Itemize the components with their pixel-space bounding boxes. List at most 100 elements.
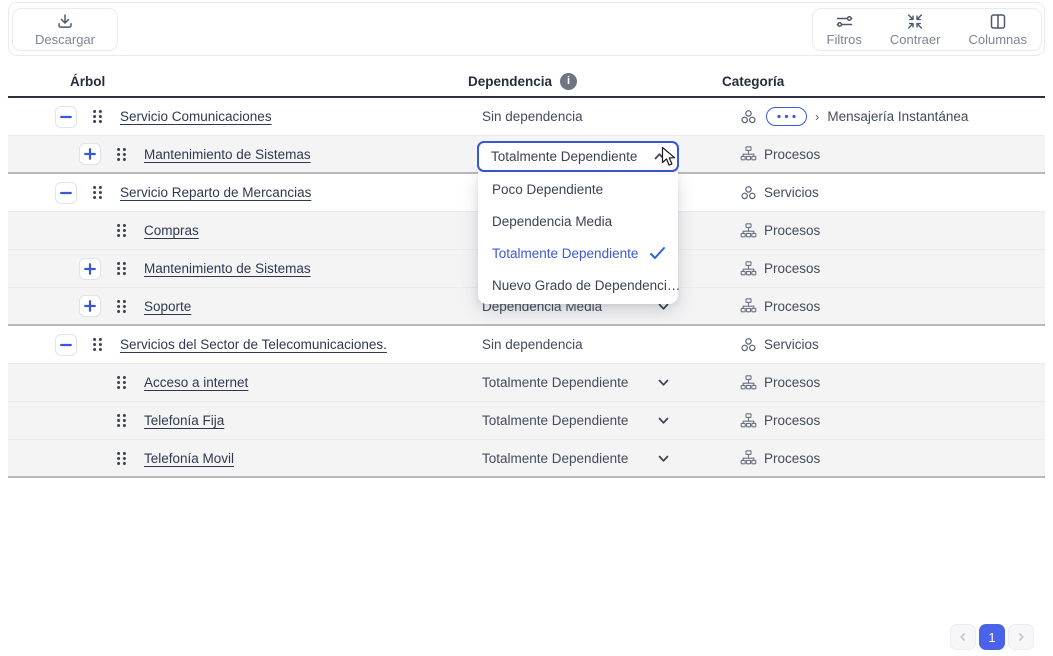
column-header-categoria: Categoría — [704, 74, 1045, 89]
drag-handle-icon[interactable] — [116, 375, 127, 390]
dependency-value: Sin dependencia — [482, 109, 583, 124]
columns-button-label: Columnas — [968, 33, 1027, 46]
table-row: Acceso a internet Totalmente Dependiente… — [8, 364, 1045, 402]
category-label: Procesos — [764, 299, 820, 314]
tree-item-link[interactable]: Telefonía Movil — [144, 451, 234, 466]
dropdown-option-label: Totalmente Dependiente — [492, 246, 638, 261]
drag-handle-icon[interactable] — [116, 299, 127, 314]
processes-category-icon — [740, 413, 757, 429]
tree-item-link[interactable]: Mantenimiento de Sistemas — [144, 147, 311, 162]
dependency-value: Totalmente Dependiente — [482, 451, 628, 466]
filters-button-label: Filtros — [827, 33, 862, 46]
tree-item-link[interactable]: Telefonía Fija — [144, 413, 224, 428]
collapse-row-button[interactable] — [55, 106, 77, 128]
drag-handle-icon[interactable] — [116, 147, 127, 162]
dependency-select[interactable]: Totalmente Dependiente — [468, 375, 671, 390]
collapse-button[interactable]: Contraer — [876, 9, 955, 50]
services-category-icon — [740, 109, 757, 125]
services-category-icon — [740, 185, 757, 201]
expand-row-button[interactable] — [79, 295, 101, 317]
tree-item-link[interactable]: Compras — [144, 223, 199, 238]
collapse-button-label: Contraer — [890, 33, 941, 46]
check-icon — [649, 246, 666, 260]
dropdown-option[interactable]: Dependencia Media — [478, 205, 678, 237]
chevron-down-icon — [656, 451, 671, 466]
tree-item-link[interactable]: Servicios del Sector de Telecomunicacion… — [120, 337, 387, 352]
category-label: Procesos — [764, 451, 820, 466]
drag-handle-icon[interactable] — [116, 413, 127, 428]
collapse-row-button[interactable] — [55, 334, 77, 356]
dropdown-option-label: Poco Dependiente — [492, 182, 603, 197]
download-icon — [56, 13, 74, 30]
chevron-left-icon — [957, 631, 969, 643]
category-label: Procesos — [764, 375, 820, 390]
download-button-label: Descargar — [35, 33, 95, 46]
dependency-value: Sin dependencia — [482, 337, 583, 352]
tree-item-link[interactable]: Servicio Comunicaciones — [120, 109, 272, 124]
tree-item-link[interactable]: Acceso a internet — [144, 375, 248, 390]
category-label: Servicios — [764, 185, 819, 200]
ellipsis-icon — [776, 114, 797, 119]
processes-category-icon — [740, 450, 757, 466]
expand-row-button[interactable] — [79, 258, 101, 280]
column-header-dependencia: Dependencia — [468, 74, 552, 89]
processes-category-icon — [740, 375, 757, 391]
drag-handle-icon[interactable] — [92, 109, 103, 124]
pagination: 1 — [950, 624, 1034, 650]
chevron-down-icon — [656, 413, 671, 428]
dependency-select[interactable]: Totalmente Dependiente — [468, 451, 671, 466]
toolbar-right-group: Filtros Contraer Columnas — [812, 8, 1043, 51]
columns-icon — [989, 13, 1007, 30]
dependency-value: Totalmente Dependiente — [482, 375, 628, 390]
toolbar: Descargar Filtros Contraer — [8, 2, 1045, 56]
collapse-icon — [906, 13, 924, 30]
download-button[interactable]: Descargar — [12, 8, 118, 51]
drag-handle-icon[interactable] — [92, 337, 103, 352]
chevron-down-icon — [656, 375, 671, 390]
dropdown-option[interactable]: Poco Dependiente — [478, 173, 678, 205]
pagination-prev-button[interactable] — [950, 624, 976, 650]
dropdown-option-label: Nuevo Grado de Dependenci… — [492, 278, 680, 293]
category-label: Servicios — [764, 337, 819, 352]
category-label: Procesos — [764, 223, 820, 238]
dropdown-option[interactable]: Nuevo Grado de Dependenci… — [478, 269, 678, 301]
breadcrumb-separator: › — [815, 109, 819, 124]
processes-category-icon — [740, 223, 757, 239]
column-header-arbol: Árbol — [8, 74, 468, 89]
category-label: Mensajería Instantánea — [827, 109, 968, 124]
tree-item-link[interactable]: Soporte — [144, 299, 191, 314]
pagination-page-button[interactable]: 1 — [979, 624, 1005, 650]
breadcrumb-ellipsis-button[interactable] — [766, 107, 807, 126]
tree-item-link[interactable]: Mantenimiento de Sistemas — [144, 261, 311, 276]
dependency-select-value: Totalmente Dependiente — [491, 149, 637, 164]
processes-category-icon — [740, 298, 757, 314]
processes-category-icon — [740, 146, 757, 162]
dependency-select[interactable]: Totalmente Dependiente — [468, 413, 671, 428]
collapse-row-button[interactable] — [55, 182, 77, 204]
table-row: Servicios del Sector de Telecomunicacion… — [8, 326, 1045, 364]
filters-icon — [835, 13, 854, 30]
info-icon[interactable] — [560, 73, 577, 90]
chevron-right-icon — [1015, 631, 1027, 643]
dependency-select-open[interactable]: Totalmente Dependiente — [477, 141, 679, 172]
drag-handle-icon[interactable] — [116, 261, 127, 276]
expand-row-button[interactable] — [79, 143, 101, 165]
dependency-value: Totalmente Dependiente — [482, 413, 628, 428]
dropdown-option-selected[interactable]: Totalmente Dependiente — [478, 237, 678, 269]
drag-handle-icon[interactable] — [116, 223, 127, 238]
columns-button[interactable]: Columnas — [954, 9, 1041, 50]
table-row: Telefonía Movil Totalmente Dependiente P… — [8, 440, 1045, 478]
drag-handle-icon[interactable] — [116, 451, 127, 466]
table-header-row: Árbol Dependencia Categoría — [8, 66, 1045, 98]
drag-handle-icon[interactable] — [92, 185, 103, 200]
category-label: Procesos — [764, 147, 820, 162]
services-category-icon — [740, 337, 757, 353]
chevron-up-icon — [652, 149, 667, 164]
dropdown-option-label: Dependencia Media — [492, 214, 612, 229]
filters-button[interactable]: Filtros — [813, 9, 876, 50]
category-label: Procesos — [764, 261, 820, 276]
tree-item-link[interactable]: Servicio Reparto de Mercancias — [120, 185, 311, 200]
processes-category-icon — [740, 261, 757, 277]
table-row: Servicio Comunicaciones Sin dependencia … — [8, 98, 1045, 136]
pagination-next-button[interactable] — [1008, 624, 1034, 650]
